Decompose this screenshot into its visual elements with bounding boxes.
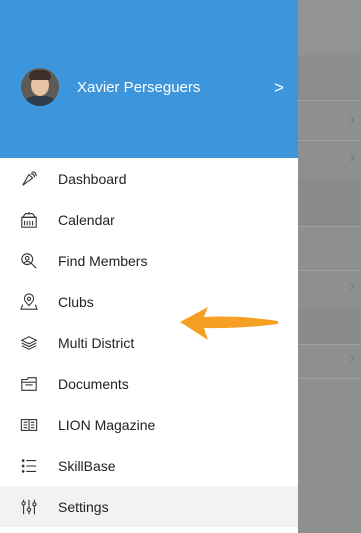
chevron-right-icon: › — [349, 350, 355, 367]
calendar-icon — [20, 211, 38, 229]
user-name: Xavier Perseguers — [77, 79, 201, 96]
dashboard-icon — [20, 170, 38, 188]
menu-item-lion-magazine[interactable]: LION Magazine — [0, 404, 298, 445]
magazine-icon — [20, 416, 38, 434]
menu-item-label: Documents — [58, 375, 129, 392]
search-people-icon — [20, 252, 38, 270]
navigation-drawer: Xavier Perseguers > Dashboard Calendar F… — [0, 0, 298, 533]
chevron-right-icon: › — [349, 111, 355, 128]
background-row — [298, 308, 361, 345]
background-row — [298, 0, 361, 56]
avatar — [21, 68, 59, 106]
sliders-icon — [20, 498, 38, 516]
menu-item-label: Find Members — [58, 252, 148, 269]
location-pin-icon — [20, 292, 38, 311]
background-app-content: › › › › — [298, 0, 361, 533]
menu-item-label: Clubs — [58, 293, 94, 310]
background-row — [298, 55, 361, 101]
background-row: › — [298, 100, 361, 141]
chevron-right-icon: › — [349, 149, 355, 166]
menu-item-skillbase[interactable]: SkillBase — [0, 445, 298, 486]
menu-item-dashboard[interactable]: Dashboard — [0, 158, 298, 199]
menu-item-calendar[interactable]: Calendar — [0, 199, 298, 240]
background-row: › — [298, 344, 361, 379]
menu-item-label: Dashboard — [58, 170, 127, 187]
menu-item-label: SkillBase — [58, 457, 116, 474]
folder-icon — [20, 375, 38, 393]
background-row: › — [298, 270, 361, 309]
layers-icon — [20, 334, 38, 352]
menu-item-find-members[interactable]: Find Members — [0, 240, 298, 281]
annotation-arrow-icon — [180, 307, 278, 340]
list-icon — [20, 457, 38, 475]
menu-item-label: LION Magazine — [58, 416, 156, 433]
background-row — [298, 226, 361, 271]
menu-item-documents[interactable]: Documents — [0, 363, 298, 404]
menu-item-label: Multi District — [58, 334, 135, 351]
menu-item-settings[interactable]: Settings — [0, 486, 298, 527]
chevron-right-icon: › — [349, 278, 355, 295]
menu-item-label: Settings — [58, 498, 109, 515]
menu-item-label: Calendar — [58, 211, 115, 228]
background-row: › — [298, 140, 361, 179]
background-row — [298, 178, 361, 227]
profile-header[interactable]: Xavier Perseguers > — [0, 0, 298, 158]
chevron-right-icon: > — [274, 78, 284, 97]
